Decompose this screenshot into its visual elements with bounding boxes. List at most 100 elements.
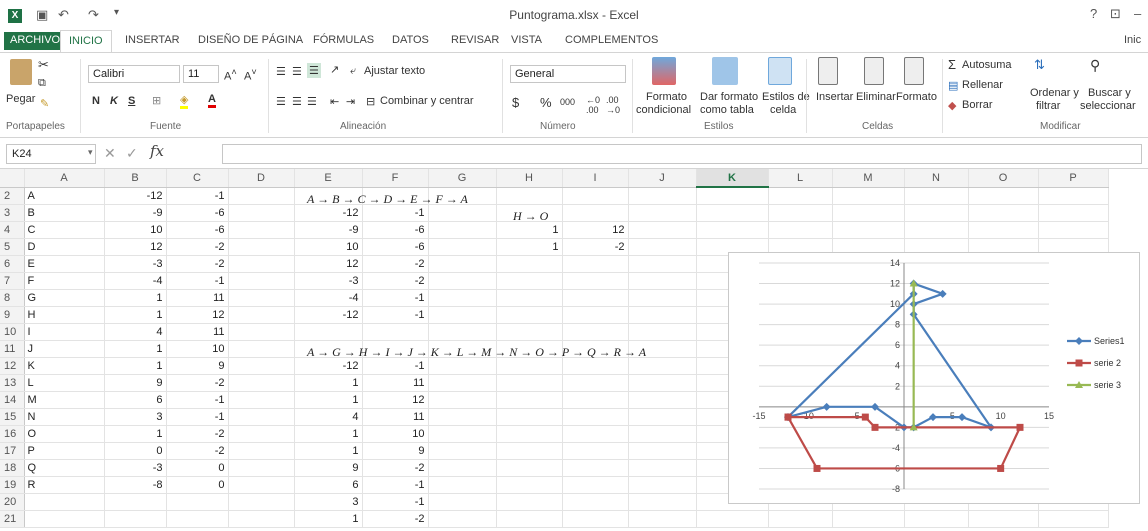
cell-l21[interactable] <box>768 510 833 528</box>
cell-a18[interactable]: Q <box>24 459 105 477</box>
cell-f10[interactable] <box>362 323 429 341</box>
cell-c3[interactable]: -6 <box>166 204 229 222</box>
cell-d2[interactable] <box>228 187 295 205</box>
cell-e8[interactable]: -4 <box>294 289 363 307</box>
cell-l3[interactable] <box>768 204 833 222</box>
cell-e18[interactable]: 9 <box>294 459 363 477</box>
column-header-o[interactable]: O <box>968 169 1039 188</box>
cell-i2[interactable] <box>562 187 629 205</box>
cell-j18[interactable] <box>628 459 697 477</box>
shrink-font-icon[interactable]: A˅ <box>244 67 257 83</box>
name-box-dropdown-icon[interactable]: ▾ <box>88 147 93 158</box>
column-header-m[interactable]: M <box>832 169 905 188</box>
cell-h15[interactable] <box>496 408 563 426</box>
cell-g19[interactable] <box>428 476 497 494</box>
row-header[interactable]: 19 <box>0 476 25 494</box>
cell-j7[interactable] <box>628 272 697 290</box>
row-header[interactable]: 6 <box>0 255 25 273</box>
column-header-h[interactable]: H <box>496 169 563 188</box>
cell-h13[interactable] <box>496 374 563 392</box>
row-header[interactable]: 20 <box>0 493 25 511</box>
cell-p21[interactable] <box>1038 510 1109 528</box>
fill-button[interactable]: Rellenar <box>962 79 1003 91</box>
cell-g13[interactable] <box>428 374 497 392</box>
cell-a2[interactable]: A <box>24 187 105 205</box>
cell-f14[interactable]: 12 <box>362 391 429 409</box>
cell-i19[interactable] <box>562 476 629 494</box>
column-header-a[interactable]: A <box>24 169 105 188</box>
cell-b14[interactable]: 6 <box>104 391 167 409</box>
row-header[interactable]: 4 <box>0 221 25 239</box>
cell-d4[interactable] <box>228 221 295 239</box>
tab-formulas[interactable]: FÓRMULAS <box>313 34 374 46</box>
tab-revisar[interactable]: REVISAR <box>451 34 499 46</box>
row-header[interactable]: 10 <box>0 323 25 341</box>
cell-g7[interactable] <box>428 272 497 290</box>
cell-k2[interactable] <box>696 187 769 205</box>
cell-j13[interactable] <box>628 374 697 392</box>
column-header-d[interactable]: D <box>228 169 295 188</box>
tab-datos[interactable]: DATOS <box>392 34 429 46</box>
cell-d9[interactable] <box>228 306 295 324</box>
cell-i6[interactable] <box>562 255 629 273</box>
cell-i18[interactable] <box>562 459 629 477</box>
cell-d21[interactable] <box>228 510 295 528</box>
row-header[interactable]: 16 <box>0 425 25 443</box>
cell-k3[interactable] <box>696 204 769 222</box>
cell-h18[interactable] <box>496 459 563 477</box>
cell-j2[interactable] <box>628 187 697 205</box>
column-header-c[interactable]: C <box>166 169 229 188</box>
cell-c10[interactable]: 11 <box>166 323 229 341</box>
paste-button[interactable]: Pegar <box>6 93 35 105</box>
cell-d6[interactable] <box>228 255 295 273</box>
cell-i20[interactable] <box>562 493 629 511</box>
merge-center-icon[interactable]: ⊟ <box>366 95 375 108</box>
cell-c14[interactable]: -1 <box>166 391 229 409</box>
bold-button[interactable]: N <box>92 95 100 107</box>
cell-e4[interactable]: -9 <box>294 221 363 239</box>
wrap-text-icon[interactable]: ⤶ <box>350 65 356 78</box>
cell-c11[interactable]: 10 <box>166 340 229 358</box>
cell-j20[interactable] <box>628 493 697 511</box>
chart[interactable]: -8 -6 -4 -2 2 4 6 8 10 12 14 -15 -10 -5 5 10 15 Series1 se… <box>728 252 1140 504</box>
cell-d20[interactable] <box>228 493 295 511</box>
cell-a13[interactable]: L <box>24 374 105 392</box>
row-header[interactable]: 11 <box>0 340 25 358</box>
cell-f9[interactable]: -1 <box>362 306 429 324</box>
row-header[interactable]: 7 <box>0 272 25 290</box>
increase-indent-icon[interactable]: ⇥ <box>346 95 355 108</box>
insert-cells-button[interactable]: Insertar <box>816 91 853 103</box>
cell-b17[interactable]: 0 <box>104 442 167 460</box>
cell-f19[interactable]: -1 <box>362 476 429 494</box>
account-signin[interactable]: Inic <box>1124 34 1141 46</box>
cell-a17[interactable]: P <box>24 442 105 460</box>
cell-n3[interactable] <box>904 204 969 222</box>
cell-c13[interactable]: -2 <box>166 374 229 392</box>
row-header[interactable]: 21 <box>0 510 25 528</box>
align-middle-icon[interactable]: ☰ <box>292 65 302 78</box>
delete-cells-icon[interactable] <box>864 57 884 85</box>
cell-d18[interactable] <box>228 459 295 477</box>
row-header[interactable]: 13 <box>0 374 25 392</box>
cell-e14[interactable]: 1 <box>294 391 363 409</box>
chart-svg[interactable]: -8-6-4-22468101214-15 -10 -5 5 10 15Series1se… <box>729 253 1139 503</box>
cell-p3[interactable] <box>1038 204 1109 222</box>
cell-b18[interactable]: -3 <box>104 459 167 477</box>
cell-f7[interactable]: -2 <box>362 272 429 290</box>
cell-a8[interactable]: G <box>24 289 105 307</box>
cell-c2[interactable]: -1 <box>166 187 229 205</box>
row-header[interactable]: 8 <box>0 289 25 307</box>
cell-a21[interactable] <box>24 510 105 528</box>
cell-e21[interactable]: 1 <box>294 510 363 528</box>
cell-h7[interactable] <box>496 272 563 290</box>
cell-f5[interactable]: -6 <box>362 238 429 256</box>
cell-f16[interactable]: 10 <box>362 425 429 443</box>
cell-styles-icon[interactable] <box>768 57 792 85</box>
cell-h20[interactable] <box>496 493 563 511</box>
cell-d15[interactable] <box>228 408 295 426</box>
cell-b13[interactable]: 9 <box>104 374 167 392</box>
fill-icon[interactable]: ▤ <box>948 79 958 92</box>
cell-b20[interactable] <box>104 493 167 511</box>
cell-g15[interactable] <box>428 408 497 426</box>
cell-j3[interactable] <box>628 204 697 222</box>
